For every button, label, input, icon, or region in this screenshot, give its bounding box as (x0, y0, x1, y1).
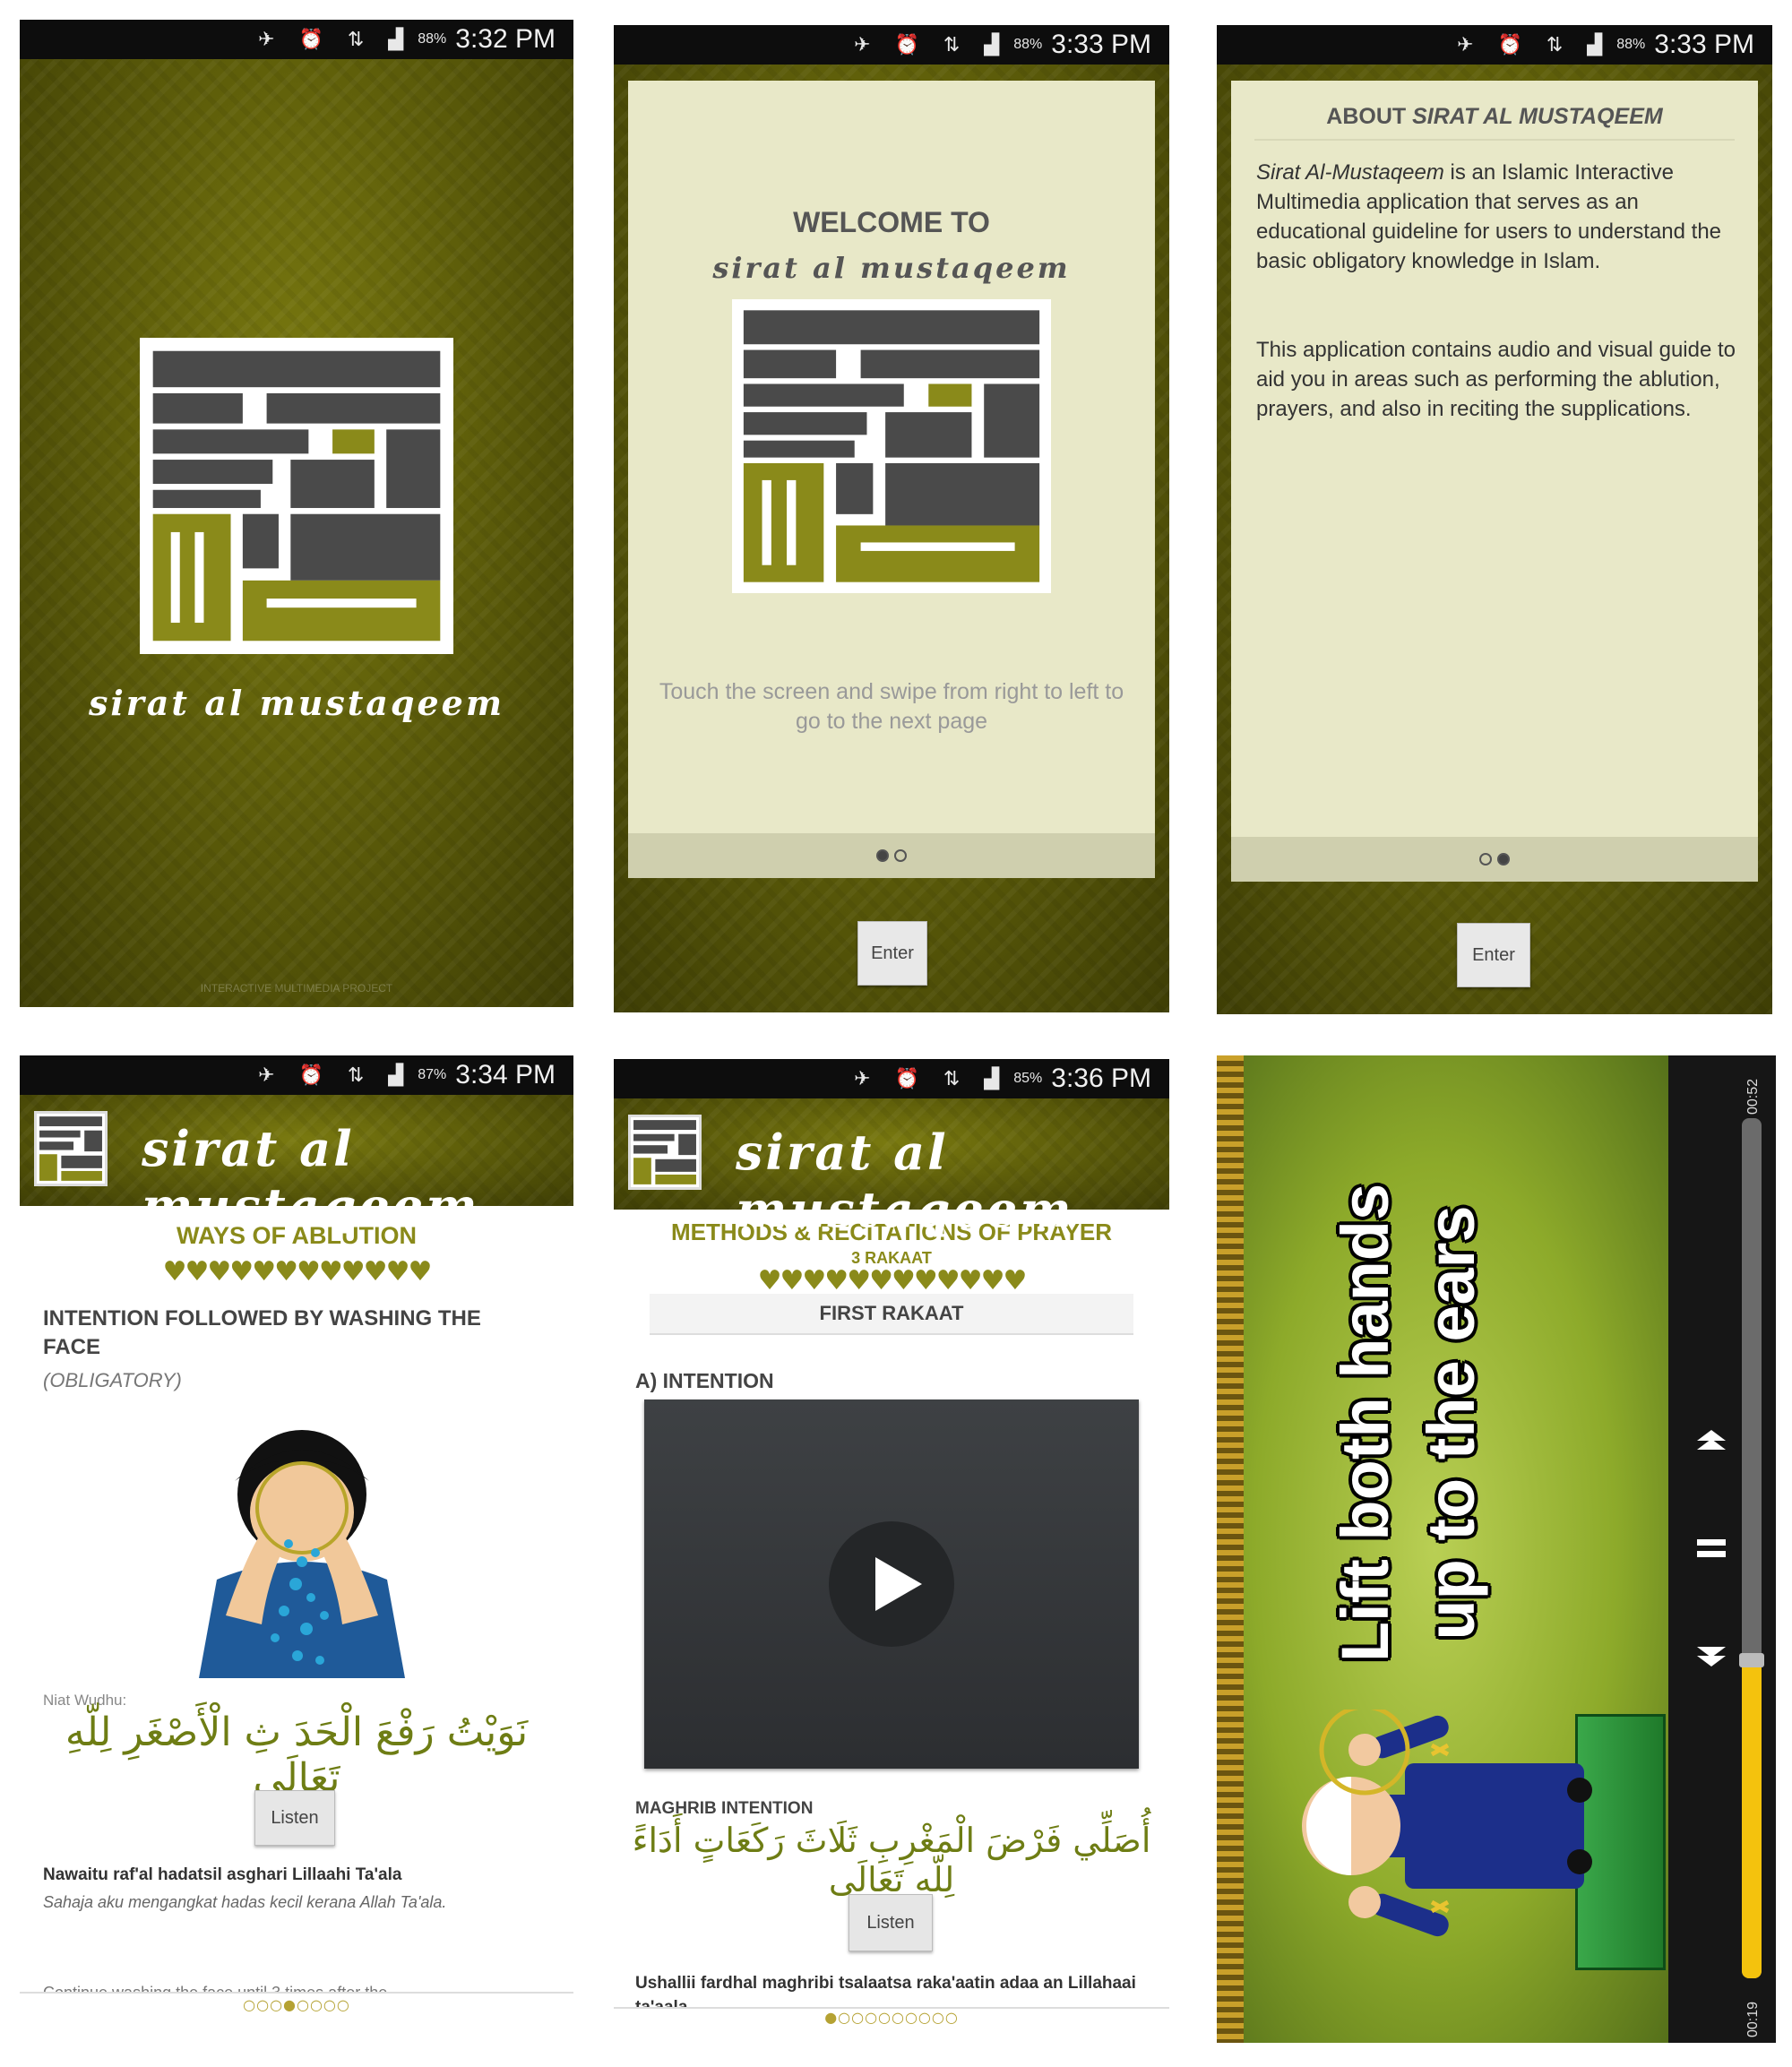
about-card[interactable]: ABOUT SIRAT AL MUSTAQEEM Sirat Al-Mustaq… (1231, 81, 1758, 882)
time-elapsed-wrap: 00:19 (1745, 1984, 1763, 2037)
page-indicator (628, 833, 1155, 878)
status-time: 3:32 PM (455, 24, 556, 54)
about-title-app: SIRAT AL MUSTAQEEM (1412, 104, 1663, 129)
seek-progress (1742, 1660, 1762, 1978)
page-dot-active (876, 849, 889, 862)
intention-label: MAGHRIB INTENTION (635, 1799, 814, 1818)
welcome-card[interactable]: WELCOME TO sirat al mustaqeem Touch the … (628, 81, 1155, 878)
seek-track[interactable] (1739, 1118, 1764, 1978)
about-title: ABOUT SIRAT AL MUSTAQEEM (1254, 104, 1735, 141)
page-dot (1479, 853, 1492, 866)
step-title: INTENTION FOLLOWED BY WASHING THE FACE (43, 1306, 481, 1359)
status-icons: ✈ ⏰ ⇅ ▟ (1457, 33, 1612, 56)
about-screen[interactable]: ✈ ⏰ ⇅ ▟ 88% 3:33 PM ABOUT SIRAT AL MUSTA… (1217, 25, 1772, 1014)
time-total-wrap: 00:52 (1745, 1061, 1763, 1115)
caption-line-1: Lift both hands (1328, 1183, 1402, 1663)
arabic-text: أُصَلِّي فَرْضَ الْمَغْرِبِ ثَلَاثَ رَكَ… (632, 1821, 1151, 1899)
app-logo-small[interactable] (628, 1115, 702, 1190)
brand-wordmark: sirat al mustaqeem (88, 683, 505, 723)
swipe-hint: Touch the screen and swipe from right to… (659, 679, 1124, 734)
play-button[interactable] (829, 1521, 954, 1647)
listen-button[interactable]: Listen (849, 1894, 933, 1951)
rewind-icon[interactable] (1693, 1638, 1729, 1674)
app-logo (140, 338, 453, 654)
listen-button[interactable]: Listen (254, 1790, 335, 1846)
ablution-screen[interactable]: ✈ ⏰ ⇅ ▟ 87% 3:34 PM sirat al mustaqeem W… (20, 1055, 573, 2028)
seek-thumb[interactable] (1739, 1653, 1764, 1667)
status-icons: ✈ ⏰ ⇅ ▟ (854, 1067, 1009, 1090)
status-bar: ✈ ⏰ ⇅ ▟ 88% 3:33 PM (1217, 25, 1772, 65)
page-indicator (1231, 837, 1758, 882)
status-icons: ✈ ⏰ ⇅ ▟ (854, 33, 1009, 56)
media-controls: 00:52 00:19 (1668, 1055, 1776, 2043)
battery-level: 85% (1013, 1071, 1043, 1086)
status-bar: ✈ ⏰ ⇅ ▟ 87% 3:34 PM (20, 1055, 573, 1095)
step-note: (OBLIGATORY) (43, 1369, 182, 1391)
battery-level: 88% (1013, 37, 1043, 52)
enter-button[interactable]: Enter (857, 921, 927, 986)
status-bar: ✈ ⏰ ⇅ ▟ 85% 3:36 PM (614, 1059, 1169, 1098)
app-logo (732, 299, 1051, 593)
video-screen[interactable]: Lift both hands up to the ears 00:52 00:… (1217, 1055, 1776, 2043)
status-time: 3:33 PM (1654, 30, 1754, 59)
battery-level: 88% (1616, 37, 1646, 52)
about-paragraph-1: Sirat Al-Mustaqeem is an Islamic Interac… (1256, 158, 1736, 276)
heart-divider: ♥♥♥♥♥♥♥♥♥♥♥♥ (757, 1265, 1028, 1296)
translation: Sahaja aku mengangkat hadas kecil kerana… (43, 1893, 447, 1911)
about-title-prefix: ABOUT (1326, 104, 1413, 129)
niat-label: Niat Wudhu: (43, 1692, 127, 1709)
brand-wordmark: sirat al mustaqeem (712, 251, 1071, 285)
rakaat-header: FIRST RAKAAT (650, 1294, 1133, 1335)
video-player[interactable] (644, 1400, 1139, 1769)
status-bar: ✈ ⏰ ⇅ ▟ 88% 3:33 PM (614, 25, 1169, 65)
divider (20, 1992, 573, 1994)
page-dot (894, 849, 907, 862)
play-icon (875, 1557, 922, 1611)
praying-figure-illustration (1302, 1710, 1592, 1937)
welcome-heading: WELCOME TO (793, 206, 990, 238)
app-name-emphasis: Sirat Al-Mustaqeem (1256, 160, 1444, 185)
prayer-screen[interactable]: ✈ ⏰ ⇅ ▟ 85% 3:36 PM sirat al mustaqeem M… (614, 1059, 1169, 2028)
battery-level: 88% (418, 31, 447, 47)
caption-line-2: up to the ears (1414, 1205, 1488, 1641)
heart-divider: ♥♥♥♥♥♥♥♥♥♥♥♥ (162, 1256, 433, 1288)
time-total: 00:52 (1745, 1078, 1761, 1115)
app-title: sirat al mustaqeem (736, 1124, 1074, 1238)
washing-face-illustration (181, 1409, 423, 1678)
status-time: 3:33 PM (1051, 30, 1151, 59)
status-bar: ✈ ⏰ ⇅ ▟ 88% 3:32 PM (20, 20, 573, 59)
transliteration: Ushallii fardhal maghribi tsalaatsa raka… (635, 1974, 1136, 2007)
app-logo-small[interactable] (34, 1111, 108, 1186)
battery-level: 87% (418, 1067, 447, 1082)
transliteration: Nawaitu raf'al hadatsil asghari Lillaahi… (43, 1865, 402, 1884)
arabic-text: نَوَيْتُ رَفْعَ الْحَدَ ثِ الْأَصْغَرِ ل… (65, 1710, 529, 1801)
status-time: 3:34 PM (455, 1060, 556, 1089)
page-indicator: ●○○○○○○○○○ (824, 2009, 959, 2026)
status-time: 3:36 PM (1051, 1064, 1151, 1093)
enter-button[interactable]: Enter (1457, 923, 1530, 987)
continued-text: Continue washing the face until 3 times … (43, 1984, 388, 1993)
footer-credit: INTERACTIVE MULTIMEDIA PROJECT (200, 982, 393, 995)
app-bar: sirat al mustaqeem (20, 1095, 573, 1235)
page-indicator: ○○○●○○○○ (243, 1996, 350, 2013)
welcome-screen[interactable]: ✈ ⏰ ⇅ ▟ 88% 3:33 PM WELCOME TO sirat al … (614, 25, 1169, 1012)
fast-forward-icon[interactable] (1693, 1423, 1729, 1459)
pause-icon[interactable] (1693, 1530, 1729, 1566)
status-icons: ✈ ⏰ ⇅ ▟ (258, 28, 413, 51)
step-label: A) INTENTION (635, 1369, 774, 1392)
app-title: sirat al mustaqeem (142, 1120, 480, 1235)
about-paragraph-2: This application contains audio and visu… (1256, 338, 1736, 421)
app-bar: sirat al mustaqeem (614, 1098, 1169, 1238)
splash-screen[interactable]: ✈ ⏰ ⇅ ▟ 88% 3:32 PM sirat al mustaqeem I… (20, 20, 573, 1007)
status-icons: ✈ ⏰ ⇅ ▟ (258, 1064, 413, 1087)
video-frame (1217, 1055, 1244, 2043)
time-elapsed: 00:19 (1745, 2001, 1761, 2037)
page-dot-active (1497, 853, 1510, 866)
video-caption: Lift both hands up to the ears (1322, 1136, 1509, 1710)
